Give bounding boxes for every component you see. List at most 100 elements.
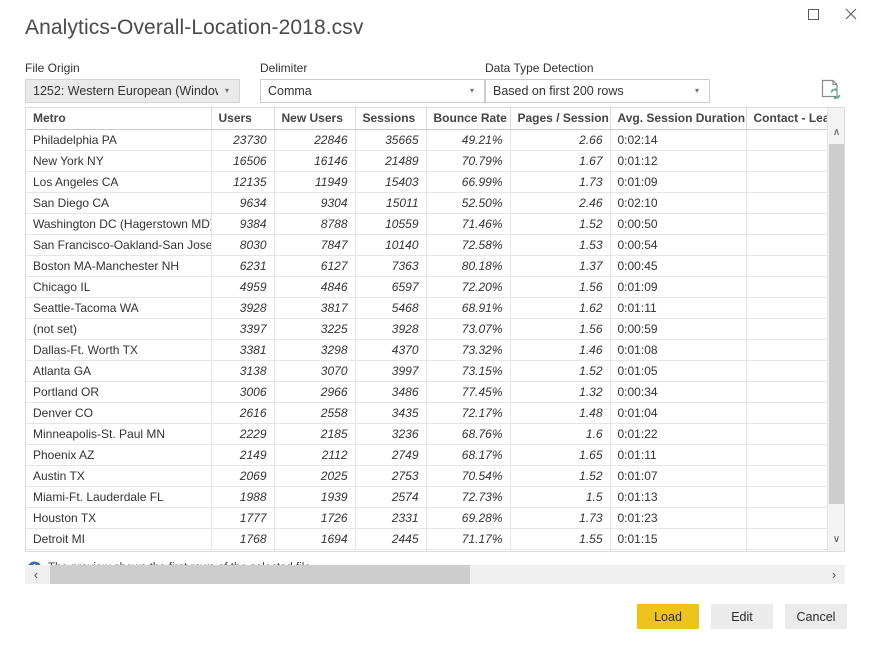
table-row[interactable]: Minneapolis-St. Paul MN22292185323668.76… (26, 423, 829, 444)
table-cell: 68.91% (426, 297, 510, 318)
table-row[interactable]: Detroit MI17681694244571.17%1.550:01:15 (26, 528, 829, 549)
table-cell: 49.21% (426, 129, 510, 150)
table-cell: 16506 (211, 150, 274, 171)
table-cell: 1.5 (510, 486, 610, 507)
table-row[interactable]: Philadelphia PA23730228463566549.21%2.66… (26, 129, 829, 150)
table-cell: 0:02:10 (610, 192, 746, 213)
table-cell: 1.56 (510, 276, 610, 297)
column-header-pages-per-session[interactable]: Pages / Session (510, 108, 610, 129)
options-row: File Origin 1252: Western European (Wind… (25, 61, 856, 103)
data-type-detection-dropdown[interactable]: Based on first 200 rows ▾ (485, 79, 710, 103)
edit-button[interactable]: Edit (711, 604, 773, 629)
table-cell: Denver CO (26, 402, 211, 423)
table-cell: 73.07% (426, 318, 510, 339)
table-row[interactable]: San Francisco-Oakland-San Jose CA8030784… (26, 234, 829, 255)
table-cell: 1.6 (510, 423, 610, 444)
table-cell (746, 171, 829, 192)
table-cell: 1.52 (510, 465, 610, 486)
maximize-button[interactable] (794, 0, 832, 28)
table-row[interactable]: Washington DC (Hagerstown MD)93848788105… (26, 213, 829, 234)
delimiter-dropdown[interactable]: Comma ▾ (260, 79, 485, 103)
table-cell: 0:00:50 (610, 213, 746, 234)
table-row[interactable]: Phoenix AZ21492112274968.17%1.650:01:11 (26, 444, 829, 465)
table-cell: 2069 (211, 465, 274, 486)
table-cell: 72.20% (426, 276, 510, 297)
table-cell (746, 234, 829, 255)
table-cell: 77.45% (426, 381, 510, 402)
table-cell: 69.28% (426, 507, 510, 528)
column-header-avg-session-duration[interactable]: Avg. Session Duration (610, 108, 746, 129)
refresh-preview-button[interactable] (820, 79, 842, 103)
table-cell: 1.32 (510, 381, 610, 402)
table-cell (746, 276, 829, 297)
table-cell: 0:01:11 (610, 444, 746, 465)
table-row[interactable]: New York NY16506161462148970.79%1.670:01… (26, 150, 829, 171)
table-cell: 2966 (274, 381, 355, 402)
file-origin-dropdown[interactable]: 1252: Western European (Windows) ▾ (25, 79, 240, 103)
table-cell: 2753 (355, 465, 426, 486)
table-row[interactable]: Houston TX17771726233169.28%1.730:01:23 (26, 507, 829, 528)
table-cell: 0:00:34 (610, 381, 746, 402)
file-origin-value: 1252: Western European (Windows) (26, 84, 218, 98)
vertical-scrollbar-thumb[interactable] (829, 144, 844, 504)
table-cell: 2229 (211, 423, 274, 444)
table-cell: Seattle-Tacoma WA (26, 297, 211, 318)
table-cell: 1.37 (510, 255, 610, 276)
table-cell: 2445 (355, 528, 426, 549)
table-row[interactable]: Atlanta GA31383070399773.15%1.520:01:05 (26, 360, 829, 381)
table-cell: 7847 (274, 234, 355, 255)
table-body: Philadelphia PA23730228463566549.21%2.66… (26, 129, 829, 549)
scroll-up-icon[interactable]: ∧ (828, 122, 845, 142)
column-header-bounce-rate[interactable]: Bounce Rate (426, 108, 510, 129)
table-cell (746, 528, 829, 549)
table-cell (746, 402, 829, 423)
table-row[interactable]: Chicago IL49594846659772.20%1.560:01:09 (26, 276, 829, 297)
table-cell: 1.55 (510, 528, 610, 549)
column-header-users[interactable]: Users (211, 108, 274, 129)
table-cell: 6231 (211, 255, 274, 276)
horizontal-scrollbar-thumb[interactable] (50, 565, 470, 584)
vertical-scrollbar[interactable]: ∧ ∨ (827, 108, 844, 551)
table-cell: 71.46% (426, 213, 510, 234)
scroll-down-icon[interactable]: ∨ (828, 529, 845, 549)
table-row[interactable]: Boston MA-Manchester NH62316127736380.18… (26, 255, 829, 276)
table-row[interactable]: Denver CO26162558343572.17%1.480:01:04 (26, 402, 829, 423)
table-row[interactable]: Portland OR30062966348677.45%1.320:00:34 (26, 381, 829, 402)
column-header-sessions[interactable]: Sessions (355, 108, 426, 129)
table-row[interactable]: Miami-Ft. Lauderdale FL19881939257472.73… (26, 486, 829, 507)
table-cell (746, 318, 829, 339)
close-button[interactable] (832, 0, 870, 28)
table-cell: 3236 (355, 423, 426, 444)
table-cell: Philadelphia PA (26, 129, 211, 150)
chevron-down-icon: ▾ (463, 87, 484, 95)
column-header-metro[interactable]: Metro (26, 108, 211, 129)
horizontal-scrollbar[interactable]: ‹ › (25, 565, 845, 584)
table-row[interactable]: San Diego CA963493041501152.50%2.460:02:… (26, 192, 829, 213)
scroll-left-icon[interactable]: ‹ (25, 565, 47, 584)
table-cell: 4846 (274, 276, 355, 297)
table-row[interactable]: Seattle-Tacoma WA39283817546868.91%1.620… (26, 297, 829, 318)
table-cell: 0:00:45 (610, 255, 746, 276)
load-button[interactable]: Load (637, 604, 699, 629)
table-cell: 0:01:15 (610, 528, 746, 549)
table-row[interactable]: Austin TX20692025275370.54%1.520:01:07 (26, 465, 829, 486)
scroll-right-icon[interactable]: › (823, 565, 845, 584)
file-origin-field: File Origin 1252: Western European (Wind… (25, 61, 240, 103)
table-cell: 1777 (211, 507, 274, 528)
table-cell: 70.79% (426, 150, 510, 171)
cancel-button[interactable]: Cancel (785, 604, 847, 629)
table-cell: 4959 (211, 276, 274, 297)
column-header-new-users[interactable]: New Users (274, 108, 355, 129)
table-cell: Chicago IL (26, 276, 211, 297)
table-row[interactable]: Dallas-Ft. Worth TX33813298437073.32%1.4… (26, 339, 829, 360)
table-cell: 9384 (211, 213, 274, 234)
table-cell: 15011 (355, 192, 426, 213)
column-header-contact-lead-form[interactable]: Contact - Lead Form (746, 108, 829, 129)
table-row[interactable]: Los Angeles CA12135119491540366.99%1.730… (26, 171, 829, 192)
table-row[interactable]: (not set)33973225392873.07%1.560:00:59 (26, 318, 829, 339)
table-cell: 3817 (274, 297, 355, 318)
table-cell: 2.66 (510, 129, 610, 150)
chevron-down-icon: ▾ (688, 87, 709, 95)
preview-table: Metro Users New Users Sessions Bounce Ra… (26, 108, 829, 550)
table-cell: 0:01:09 (610, 171, 746, 192)
